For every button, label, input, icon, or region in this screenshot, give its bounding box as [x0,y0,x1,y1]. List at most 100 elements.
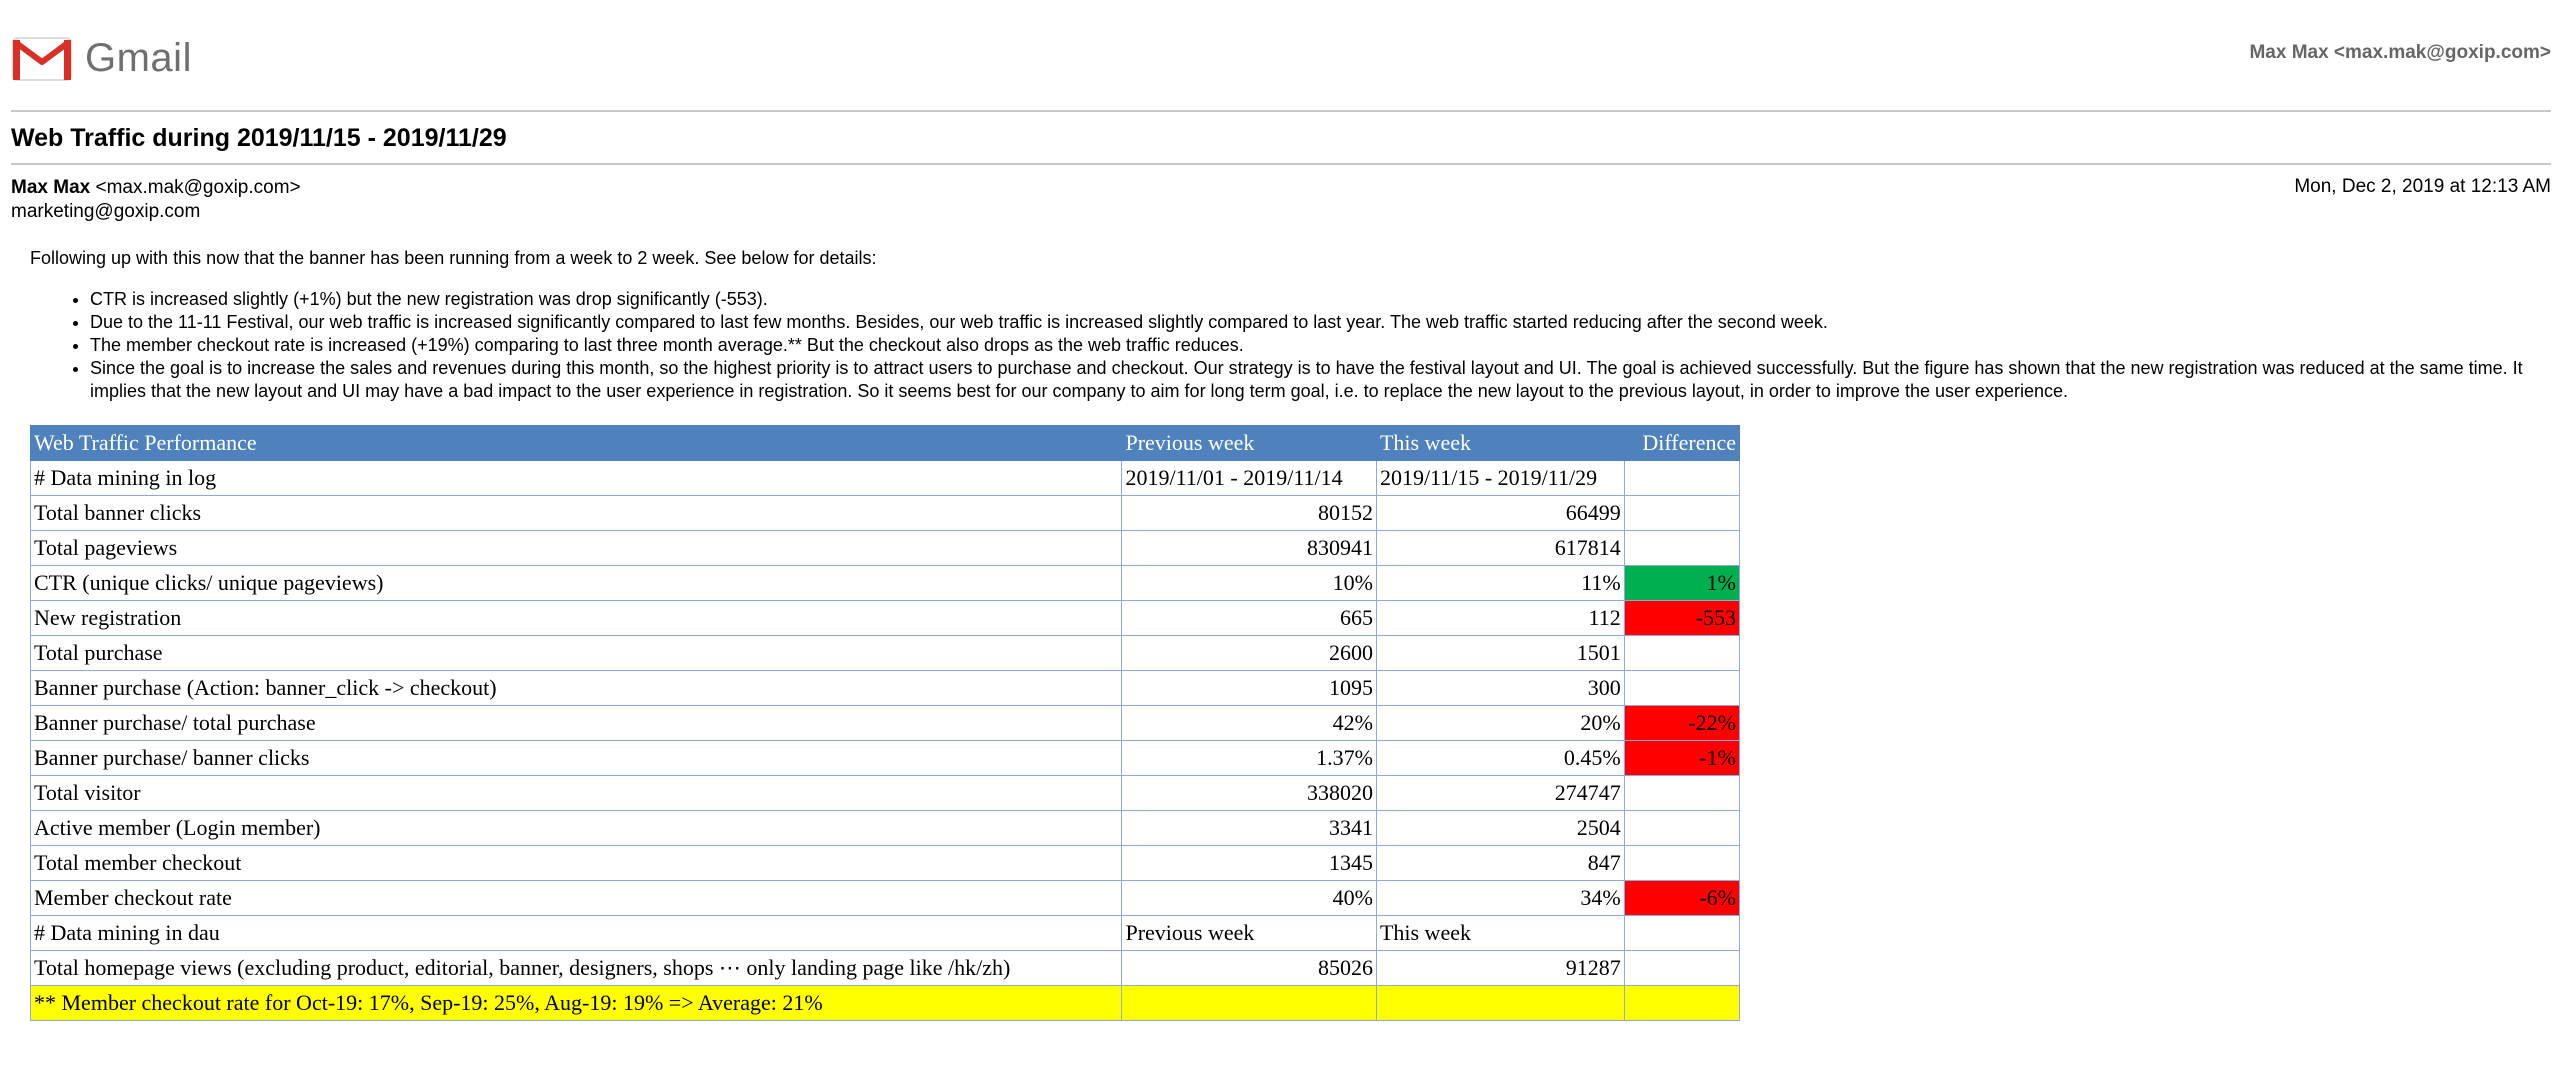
table-cell [1623,845,1741,881]
table-cell [1623,950,1741,986]
table-cell [1623,495,1741,531]
table-cell: # Data mining in dau [29,915,1123,951]
intro-text: Following up with this now that the bann… [30,248,877,268]
table-row: Total member checkout 1345 847 [29,845,1741,881]
gmail-header: Gmail Max Max <max.mak@goxip.com> [11,20,2551,90]
difference-negative-cell: -6% [1623,880,1741,916]
table-cell: Total purchase [29,635,1123,671]
table-cell: 847 [1375,845,1625,881]
table-row: Total homepage views (excluding product,… [29,950,1741,986]
table-cell: 112 [1375,600,1625,636]
table-header-cell: Previous week [1121,425,1377,461]
table-cell: 80152 [1121,495,1377,531]
difference-negative-cell: -553 [1623,600,1741,636]
table-row: Total purchase 2600 1501 [29,635,1741,671]
table-cell [1623,670,1741,706]
table-cell: 2019/11/01 - 2019/11/14 [1121,460,1377,496]
table-cell: Active member (Login member) [29,810,1123,846]
table-cell: 40% [1121,880,1377,916]
table-cell: 1345 [1121,845,1377,881]
sender-block: Max Max <max.mak@goxip.com> marketing@go… [11,176,301,224]
table-row: Banner purchase/ banner clicks 1.37% 0.4… [29,740,1741,776]
table-cell: 1095 [1121,670,1377,706]
table-header-row: Web Traffic Performance Previous week Th… [29,425,1741,461]
table-cell: 20% [1375,705,1625,741]
table-cell: 2600 [1121,635,1377,671]
table-row: # Data mining in dau Previous week This … [29,915,1741,951]
table-cell: 91287 [1375,950,1625,986]
table-header-cell: Difference [1623,425,1741,461]
table-cell: Banner purchase/ banner clicks [29,740,1123,776]
table-cell: 300 [1375,670,1625,706]
table-cell: 34% [1375,880,1625,916]
table-cell: New registration [29,600,1123,636]
table-row: Member checkout rate 40% 34% -6% [29,880,1741,916]
table-row: # Data mining in log 2019/11/01 - 2019/1… [29,460,1741,496]
table-header-cell: This week [1375,425,1625,461]
table-cell: Total visitor [29,775,1123,811]
table-note-row: ** Member checkout rate for Oct-19: 17%,… [29,985,1741,1021]
difference-negative-cell: -1% [1623,740,1741,776]
table-cell: Total homepage views (excluding product,… [29,950,1123,986]
gmail-logo-text: Gmail [85,35,192,80]
list-item: Since the goal is to increase the sales … [90,357,2530,403]
web-traffic-table: Web Traffic Performance Previous week Th… [29,425,1741,1021]
table-cell: Total pageviews [29,530,1123,566]
email-date: Mon, Dec 2, 2019 at 12:13 AM [2294,176,2551,197]
table-row: Total visitor 338020 274747 [29,775,1741,811]
email-subject: Web Traffic during 2019/11/15 - 2019/11/… [11,124,507,152]
table-cell: 1501 [1375,635,1625,671]
table-cell: # Data mining in log [29,460,1123,496]
table-cell: Banner purchase (Action: banner_click ->… [29,670,1123,706]
table-cell: 85026 [1121,950,1377,986]
table-cell: 11% [1375,565,1625,601]
table-row: CTR (unique clicks/ unique pageviews) 10… [29,565,1741,601]
table-cell: 66499 [1375,495,1625,531]
email-body: Following up with this now that the bann… [30,247,2530,403]
account-label: Max Max <max.mak@goxip.com> [2249,42,2551,63]
table-row: Active member (Login member) 3341 2504 [29,810,1741,846]
table-row: Banner purchase/ total purchase 42% 20% … [29,705,1741,741]
table-cell [1623,915,1741,951]
table-cell [1623,530,1741,566]
table-cell: 2019/11/15 - 2019/11/29 [1375,460,1625,496]
table-cell: 338020 [1121,775,1377,811]
table-row: Banner purchase (Action: banner_click ->… [29,670,1741,706]
table-cell [1375,985,1625,1021]
table-cell [1623,460,1741,496]
table-cell [1623,775,1741,811]
difference-positive-cell: 1% [1623,565,1741,601]
list-item: The member checkout rate is increased (+… [90,334,2530,357]
sender-email: <max.mak@goxip.com> [95,177,301,198]
table-cell: Banner purchase/ total purchase [29,705,1123,741]
table-cell [1623,810,1741,846]
table-cell: Previous week [1121,915,1377,951]
recipient: marketing@goxip.com [11,201,201,222]
table-cell: This week [1375,915,1625,951]
table-cell: 10% [1121,565,1377,601]
table-cell: Total banner clicks [29,495,1123,531]
table-cell [1121,985,1377,1021]
table-cell: 1.37% [1121,740,1377,776]
table-cell: 3341 [1121,810,1377,846]
table-row: Total pageviews 830941 617814 [29,530,1741,566]
table-cell: 617814 [1375,530,1625,566]
table-cell: Total member checkout [29,845,1123,881]
table-row: Total banner clicks 80152 66499 [29,495,1741,531]
table-cell: 274747 [1375,775,1625,811]
table-row: New registration 665 112 -553 [29,600,1741,636]
table-cell: 665 [1121,600,1377,636]
table-header-cell: Web Traffic Performance [29,425,1123,461]
sender-name: Max Max [11,177,91,198]
table-cell [1623,635,1741,671]
gmail-logo: Gmail [11,28,192,88]
difference-negative-cell: -22% [1623,705,1741,741]
table-cell: 830941 [1121,530,1377,566]
table-cell: 0.45% [1375,740,1625,776]
list-item: Due to the 11-11 Festival, our web traff… [90,311,2530,334]
divider [11,110,2551,112]
table-cell: Member checkout rate [29,880,1123,916]
bullet-list: CTR is increased slightly (+1%) but the … [30,288,2530,403]
table-cell [1623,985,1741,1021]
table-note: ** Member checkout rate for Oct-19: 17%,… [29,985,1123,1021]
